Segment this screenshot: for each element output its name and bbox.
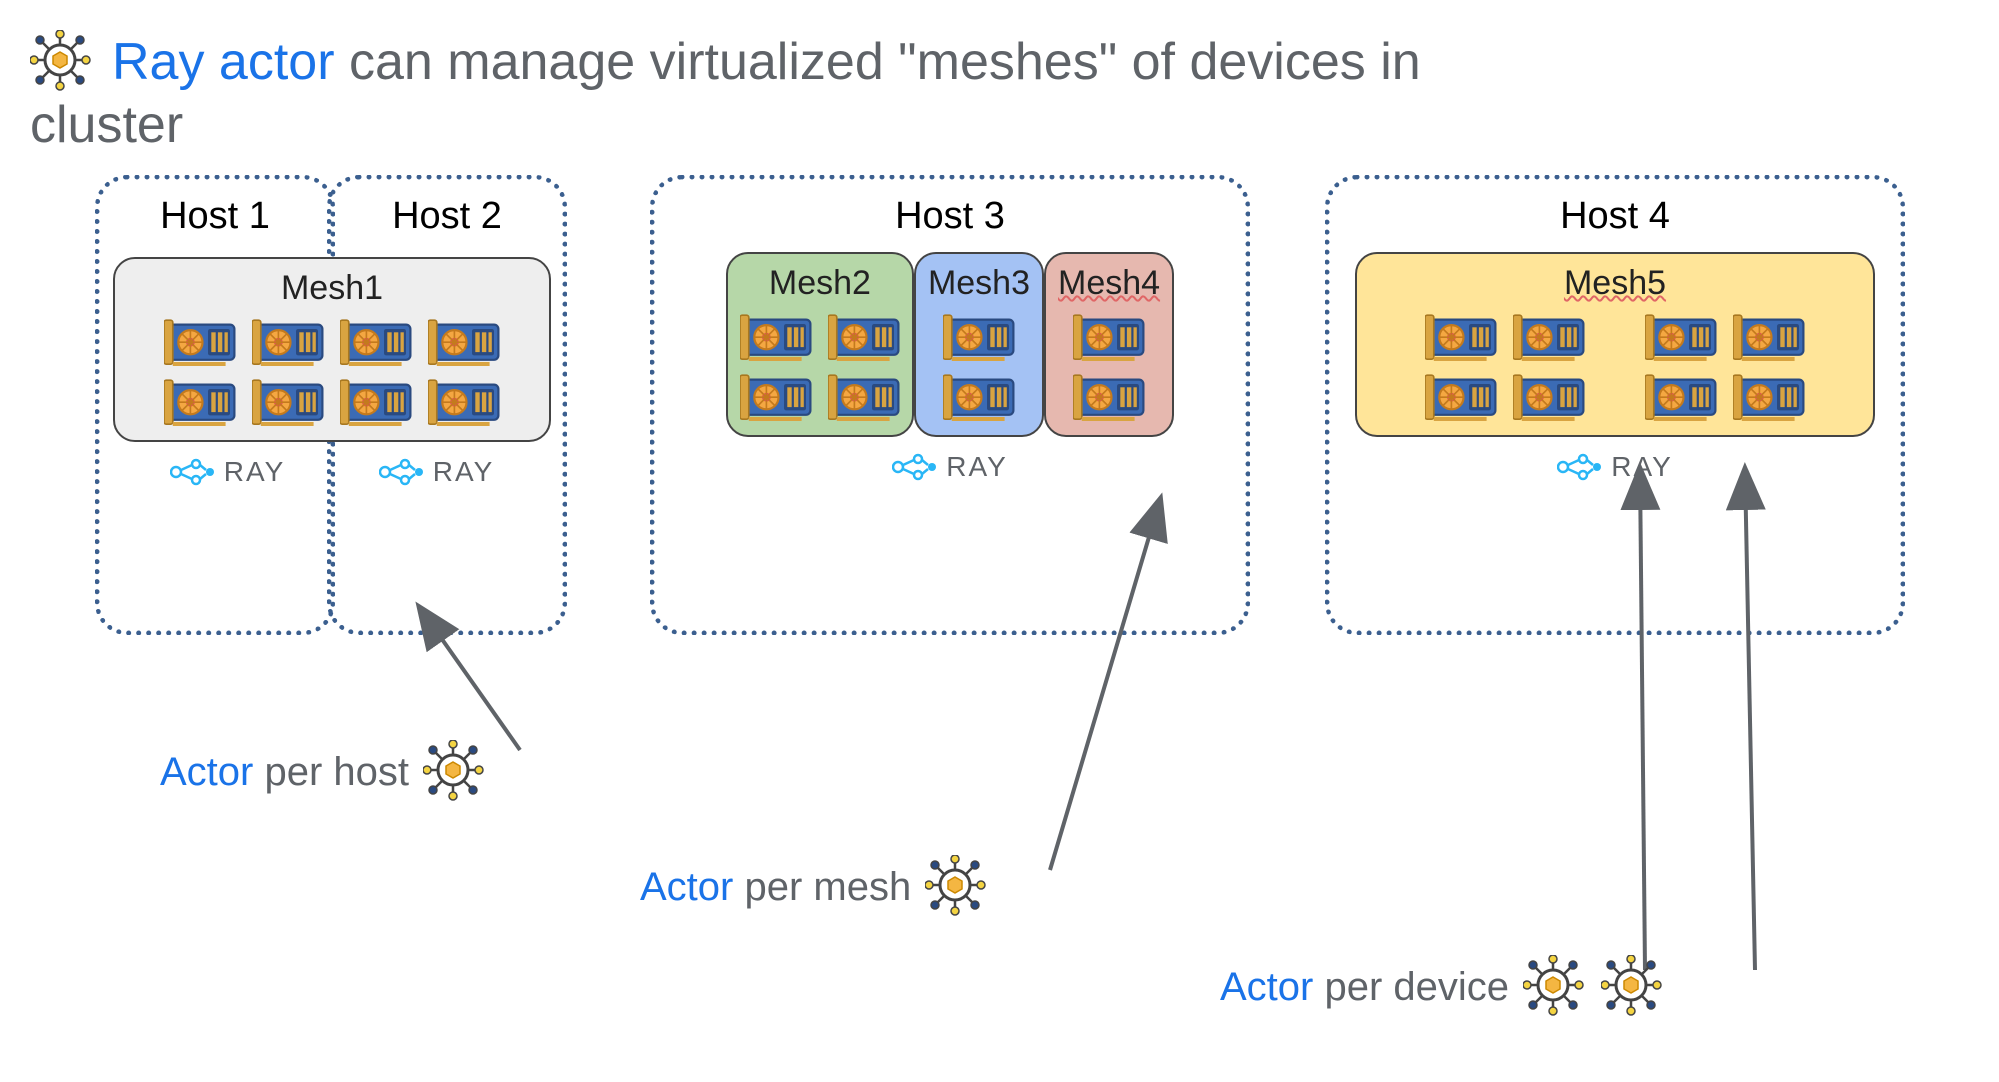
host-3-box: Host 3 Mesh2 Mesh3 Mesh4 xyxy=(650,175,1250,635)
gpu-icon xyxy=(740,373,812,421)
mesh1-wrapper: Mesh1 RAY R xyxy=(113,257,551,488)
mesh5-gpus xyxy=(1425,313,1805,421)
mesh3-gpus xyxy=(943,313,1015,421)
title-text-2: cluster xyxy=(30,95,183,155)
annotation-per-mesh: Actor per mesh xyxy=(640,855,989,919)
gpu-icon xyxy=(943,373,1015,421)
ray-badge-row-h12: RAY RAY xyxy=(113,442,551,488)
host-1-label: Host 1 xyxy=(100,195,330,238)
mesh2-gpus xyxy=(740,313,900,421)
host3-meshes: Mesh2 Mesh3 Mesh4 xyxy=(655,252,1245,437)
title-highlight: Ray actor xyxy=(112,33,335,91)
ray-logo-icon xyxy=(892,453,938,481)
mesh1-box: Mesh1 xyxy=(113,257,551,442)
actor-icon xyxy=(1523,955,1587,1019)
ray-badge-host1: RAY xyxy=(170,456,286,488)
gpu-icon xyxy=(164,378,236,426)
host-group-1-2: Host 1 Host 2 Mesh1 xyxy=(95,175,570,635)
ray-logo-icon xyxy=(170,458,216,486)
annot-per-host-rest: per host xyxy=(264,750,409,794)
mesh4-gpus xyxy=(1073,313,1145,421)
actor-icon xyxy=(30,30,94,94)
annot-actor-word: Actor xyxy=(640,865,733,909)
annot-actor-word: Actor xyxy=(1220,965,1313,1009)
mesh3-box: Mesh3 xyxy=(914,252,1044,437)
gpu-icon xyxy=(252,318,324,366)
host-4-label: Host 4 xyxy=(1330,195,1900,238)
mesh5-label: Mesh5 xyxy=(1564,264,1666,303)
ray-badge-host3: RAY xyxy=(655,451,1245,483)
annot-actor-word: Actor xyxy=(160,750,253,794)
gpu-icon xyxy=(1073,313,1145,361)
gpu-icon xyxy=(828,373,900,421)
mesh1-gpus xyxy=(164,318,500,426)
ray-badge-host2: RAY xyxy=(379,456,495,488)
annot-per-mesh-rest: per mesh xyxy=(744,865,911,909)
host-4-box: Host 4 Mesh5 xyxy=(1325,175,1905,635)
ray-badge-host4: RAY xyxy=(1330,451,1900,483)
mesh1-label: Mesh1 xyxy=(281,269,383,308)
gpu-icon xyxy=(164,318,236,366)
gpu-icon xyxy=(252,378,324,426)
diagram-title: Ray actor can manage virtualized "meshes… xyxy=(30,30,1421,94)
gpu-icon xyxy=(943,313,1015,361)
host4-meshes: Mesh5 xyxy=(1330,252,1900,437)
mesh4-label: Mesh4 xyxy=(1058,264,1160,303)
gpu-icon xyxy=(1425,373,1497,421)
gpu-icon xyxy=(428,378,500,426)
annotation-per-host: Actor per host xyxy=(160,740,487,804)
ray-label: RAY xyxy=(224,456,286,488)
gpu-icon xyxy=(740,313,812,361)
ray-logo-icon xyxy=(379,458,425,486)
ray-label: RAY xyxy=(433,456,495,488)
gpu-icon xyxy=(1645,313,1717,361)
gpu-icon xyxy=(428,318,500,366)
annotation-per-device: Actor per device xyxy=(1220,955,1665,1019)
hosts-area: Host 1 Host 2 Mesh1 xyxy=(95,175,1949,695)
gpu-icon xyxy=(340,318,412,366)
gpu-icon xyxy=(1513,313,1585,361)
actor-icon xyxy=(1601,955,1665,1019)
mesh4-box: Mesh4 xyxy=(1044,252,1174,437)
ray-label: RAY xyxy=(1611,451,1673,483)
gpu-icon xyxy=(1645,373,1717,421)
annot-per-device-rest: per device xyxy=(1324,965,1509,1009)
mesh2-label: Mesh2 xyxy=(769,264,871,303)
gpu-icon xyxy=(1733,313,1805,361)
gpu-icon xyxy=(1073,373,1145,421)
mesh2-box: Mesh2 xyxy=(726,252,914,437)
mesh5-box: Mesh5 xyxy=(1355,252,1875,437)
gpu-icon xyxy=(1513,373,1585,421)
ray-logo-icon xyxy=(1557,453,1603,481)
title-text-1: can manage virtualized "meshes" of devic… xyxy=(349,33,1421,91)
gpu-icon xyxy=(1425,313,1497,361)
host-2-label: Host 2 xyxy=(332,195,562,238)
gpu-icon xyxy=(340,378,412,426)
host-3-label: Host 3 xyxy=(655,195,1245,238)
gpu-icon xyxy=(1733,373,1805,421)
gpu-icon xyxy=(828,313,900,361)
mesh3-label: Mesh3 xyxy=(928,264,1030,303)
ray-label: RAY xyxy=(946,451,1008,483)
actor-icon xyxy=(423,740,487,804)
actor-icon xyxy=(925,855,989,919)
